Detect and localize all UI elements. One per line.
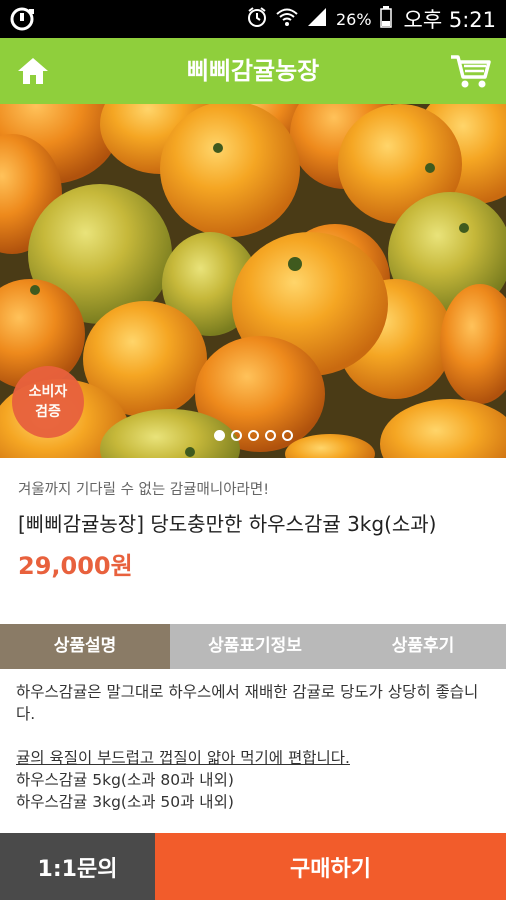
gallery-dot[interactable] [247,430,259,441]
product-subtitle: 겨울까지 기다릴 수 없는 감귤매니아라면! [18,482,270,498]
status-bar: 26% 오후 5:21 [0,0,506,38]
battery-icon [379,5,392,33]
tab-description[interactable]: 상품설명 [0,624,170,669]
product-name: [삐삐감귤농장] 당도충만한 하우스감귤 3kg(소과) [18,512,437,536]
consumer-verified-badge: 소비자 검증 [12,366,84,438]
badge-line2: 검증 [35,404,61,420]
gallery-dot[interactable] [213,430,225,441]
app-header: 삐삐감귤농장 [0,38,506,104]
description-text: 귤의 육질이 부드럽고 껍질이 얇아 먹기에 편합니다. [16,749,350,767]
cart-button[interactable] [448,50,492,92]
notification-icon [10,7,36,31]
buy-button[interactable]: 구매하기 [155,833,506,900]
gallery-dot[interactable] [281,430,293,441]
gallery-dot[interactable] [264,430,276,441]
detail-tabs: 상품설명 상품표기정보 상품후기 [0,624,506,669]
product-price: 29,000원 [18,552,133,580]
wifi-icon [276,7,298,32]
inquiry-button[interactable]: 1:1문의 [0,833,155,900]
bottom-action-bar: 1:1문의 구매하기 [0,833,506,900]
gallery-dot[interactable] [230,430,242,441]
badge-line1: 소비자 [28,384,68,400]
tab-product-info[interactable]: 상품표기정보 [170,624,340,669]
cart-icon [451,55,491,88]
battery-percent: 26% [335,9,372,29]
home-icon [18,58,48,84]
gallery-pagination [0,430,506,444]
tab-reviews[interactable]: 상품후기 [340,624,506,669]
description-text: 하우스감귤은 말그대로 하우스에서 재배한 감귤로 당도가 상당히 좋습니다. [16,683,479,723]
product-info: 겨울까지 기다릴 수 없는 감귤매니아라면! [삐삐감귤농장] 당도충만한 하우… [0,458,506,624]
signal-icon [306,7,328,32]
description-text: 하우스감귤 3kg(소과 50과 내외) [16,793,234,811]
product-description: 하우스감귤은 말그대로 하우스에서 재배한 감귤로 당도가 상당히 좋습니다. … [0,669,506,833]
app-title: 삐삐감귤농장 [186,57,320,85]
clock: 오후 5:21 [403,8,496,32]
home-button[interactable] [14,52,52,90]
description-text: 하우스감귤 5kg(소과 80과 내외) [16,771,234,789]
alarm-icon [246,6,268,33]
